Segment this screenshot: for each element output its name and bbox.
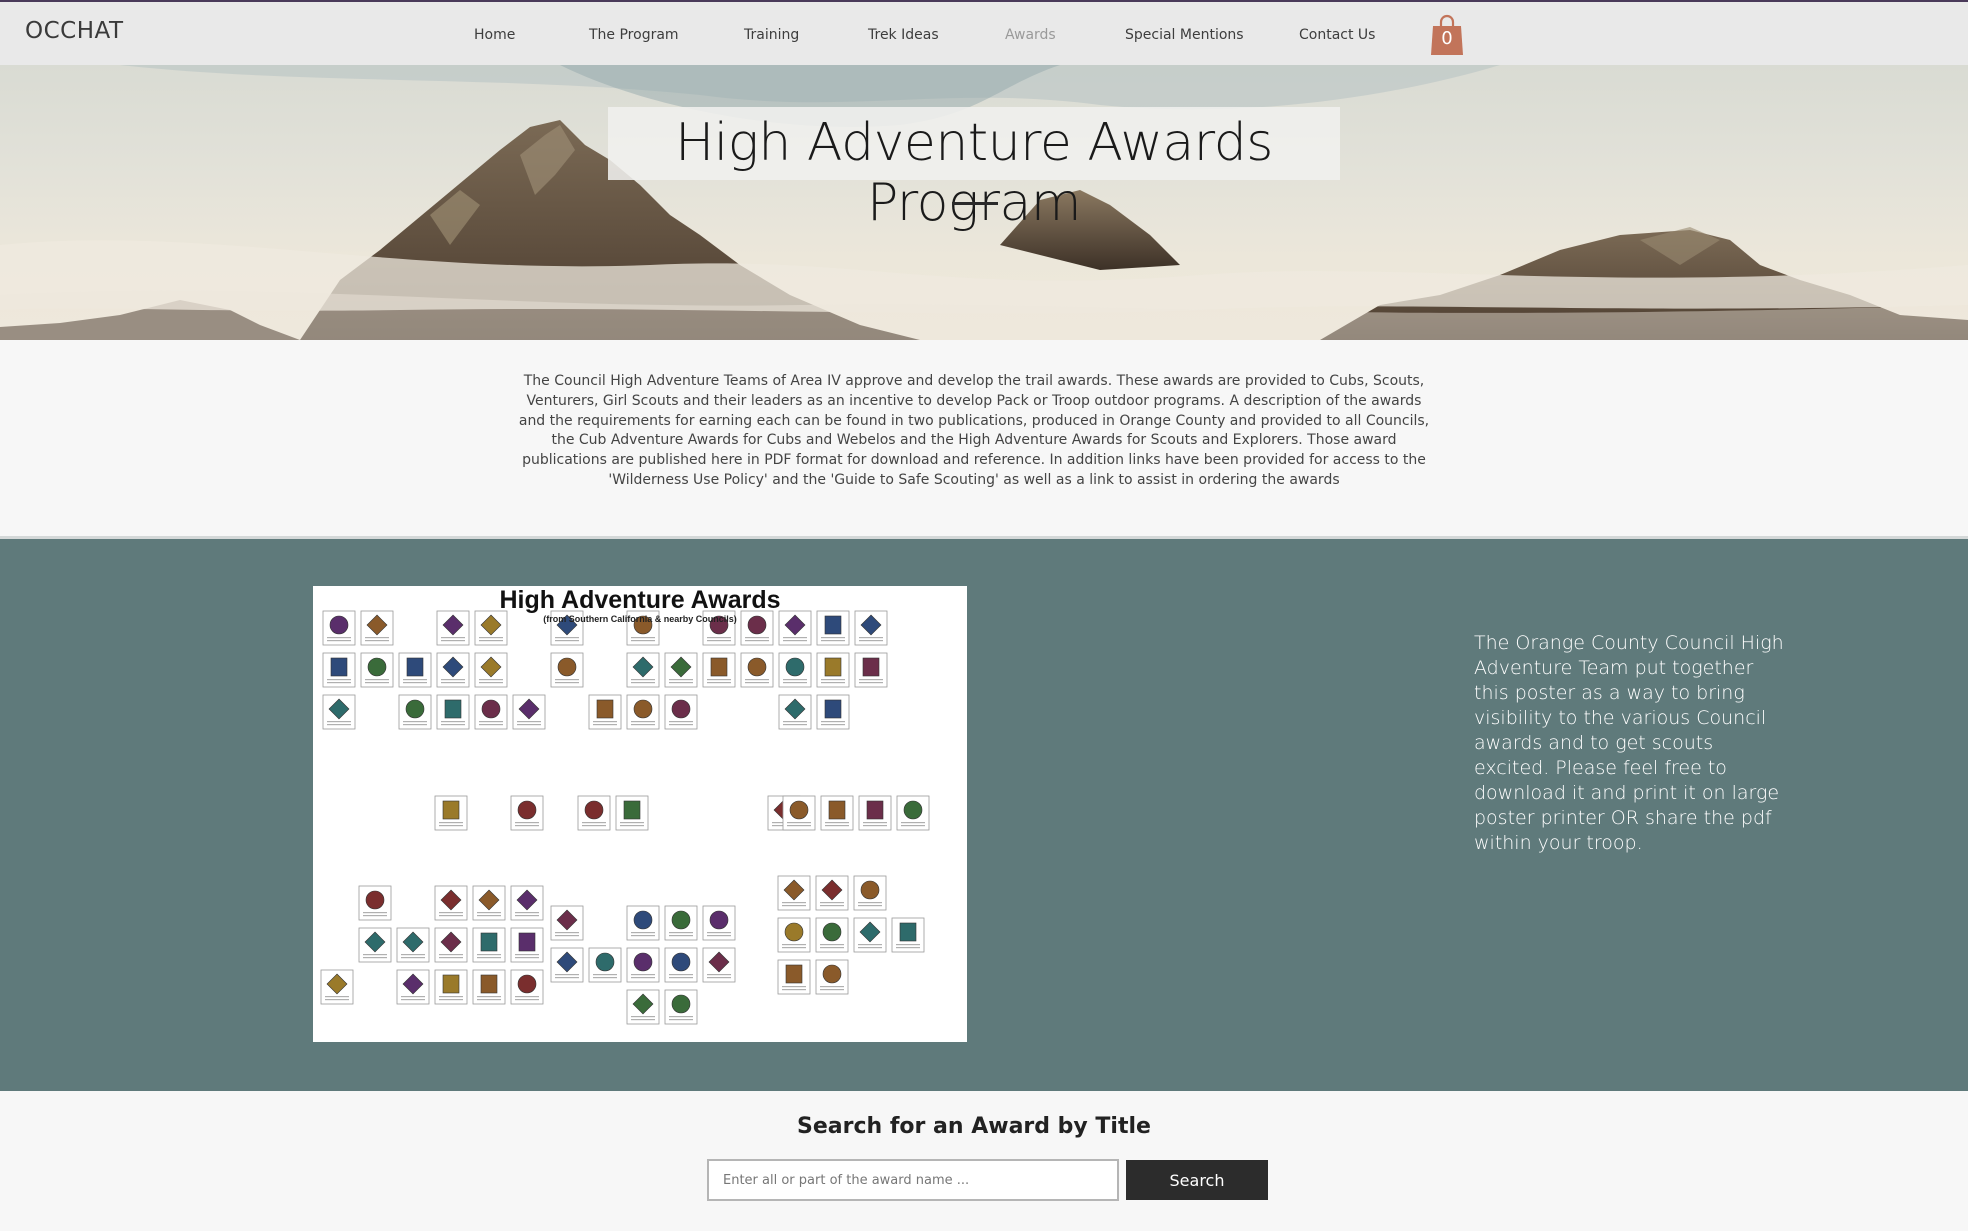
poster-award-card xyxy=(626,694,660,730)
poster-award-card xyxy=(360,652,394,688)
poster-award-card xyxy=(398,694,432,730)
main-nav: Home The Program Training Trek Ideas Awa… xyxy=(474,27,1409,51)
poster-award-card xyxy=(664,652,698,688)
nav-item-special-mentions[interactable]: Special Mentions xyxy=(1125,27,1299,51)
poster-award-card xyxy=(777,917,811,953)
title-divider xyxy=(952,202,998,205)
poster-award-card xyxy=(664,694,698,730)
nav-item-trek-ideas[interactable]: Trek Ideas xyxy=(868,27,1005,51)
poster-award-card xyxy=(474,652,508,688)
poster-award-card xyxy=(815,917,849,953)
poster-award-card xyxy=(510,969,544,1005)
page-title: High Adventure Awards Program xyxy=(675,113,1273,233)
poster-award-card xyxy=(396,927,430,963)
hero-banner: High Adventure Awards Program xyxy=(0,65,1968,340)
poster-award-card xyxy=(778,652,812,688)
poster-award-card xyxy=(588,947,622,983)
poster-award-card xyxy=(434,885,468,921)
poster-award-card xyxy=(815,875,849,911)
poster-award-card xyxy=(577,795,611,831)
nav-item-the-program[interactable]: The Program xyxy=(589,27,744,51)
poster-award-card xyxy=(615,795,649,831)
poster-award-card xyxy=(550,947,584,983)
site-logo[interactable]: OCCHAT xyxy=(25,18,124,44)
cart-button[interactable]: 0 xyxy=(1430,14,1464,56)
poster-award-card xyxy=(816,694,850,730)
poster-award-card xyxy=(472,927,506,963)
poster-award-card xyxy=(472,885,506,921)
poster-award-card xyxy=(664,947,698,983)
poster-award-card xyxy=(510,795,544,831)
poster-award-card xyxy=(434,795,468,831)
poster-award-card xyxy=(510,927,544,963)
poster-award-card xyxy=(778,694,812,730)
poster-award-card xyxy=(358,927,392,963)
intro-section: The Council High Adventure Teams of Area… xyxy=(0,340,1968,536)
poster-award-card xyxy=(510,885,544,921)
poster-award-card xyxy=(358,885,392,921)
poster-award-card xyxy=(474,694,508,730)
poster-award-card xyxy=(702,652,736,688)
poster-award-card xyxy=(588,694,622,730)
poster-award-card xyxy=(664,989,698,1025)
poster-award-card xyxy=(626,989,660,1025)
poster-award-card xyxy=(816,652,850,688)
poster-award-card xyxy=(550,652,584,688)
poster-award-card xyxy=(702,947,736,983)
poster-award-card xyxy=(858,795,892,831)
poster-award-card xyxy=(664,905,698,941)
poster-award-card xyxy=(777,875,811,911)
awards-poster-image[interactable]: High Adventure Awards (from Southern Cal… xyxy=(313,586,967,1042)
poster-award-card xyxy=(396,969,430,1005)
poster-award-card xyxy=(853,875,887,911)
poster-award-card xyxy=(320,969,354,1005)
nav-item-contact-us[interactable]: Contact Us xyxy=(1299,27,1409,51)
search-section: Search for an Award by Title Search xyxy=(0,1091,1968,1231)
poster-award-card xyxy=(853,917,887,953)
poster-award-card xyxy=(436,652,470,688)
poster-award-card xyxy=(896,795,930,831)
poster-award-card xyxy=(472,969,506,1005)
poster-award-card xyxy=(434,927,468,963)
poster-award-card xyxy=(777,959,811,995)
poster-award-card xyxy=(626,947,660,983)
nav-item-home[interactable]: Home xyxy=(474,27,589,51)
poster-award-card xyxy=(854,652,888,688)
poster-award-card xyxy=(820,795,854,831)
poster-subtitle: (from Southern California & nearby Counc… xyxy=(543,614,737,624)
poster-award-card xyxy=(702,905,736,941)
poster-award-card xyxy=(436,694,470,730)
poster-award-card xyxy=(434,969,468,1005)
poster-award-card xyxy=(782,795,816,831)
poster-section: High Adventure Awards (from Southern Cal… xyxy=(0,539,1968,1091)
poster-award-card xyxy=(322,652,356,688)
poster-award-card xyxy=(398,652,432,688)
poster-award-card xyxy=(740,652,774,688)
poster-award-card xyxy=(815,959,849,995)
nav-item-awards[interactable]: Awards xyxy=(1005,27,1125,51)
award-search-input[interactable] xyxy=(707,1159,1119,1201)
poster-award-card xyxy=(550,905,584,941)
poster-title: High Adventure Awards xyxy=(499,586,781,614)
site-header: OCCHAT Home The Program Training Trek Id… xyxy=(0,0,1968,65)
hero-title-box: High Adventure Awards Program xyxy=(608,107,1340,233)
poster-patch-grid xyxy=(320,610,930,1025)
poster-award-card xyxy=(891,917,925,953)
poster-award-card xyxy=(322,694,356,730)
intro-paragraph: The Council High Adventure Teams of Area… xyxy=(518,373,1430,488)
poster-award-card xyxy=(626,905,660,941)
cart-count: 0 xyxy=(1441,28,1453,49)
poster-award-card xyxy=(512,694,546,730)
poster-description: The Orange County Council High Adventure… xyxy=(1474,632,1784,854)
search-button[interactable]: Search xyxy=(1126,1160,1268,1200)
poster-award-card xyxy=(626,652,660,688)
nav-item-training[interactable]: Training xyxy=(744,27,868,51)
search-heading: Search for an Award by Title xyxy=(797,1114,1151,1139)
